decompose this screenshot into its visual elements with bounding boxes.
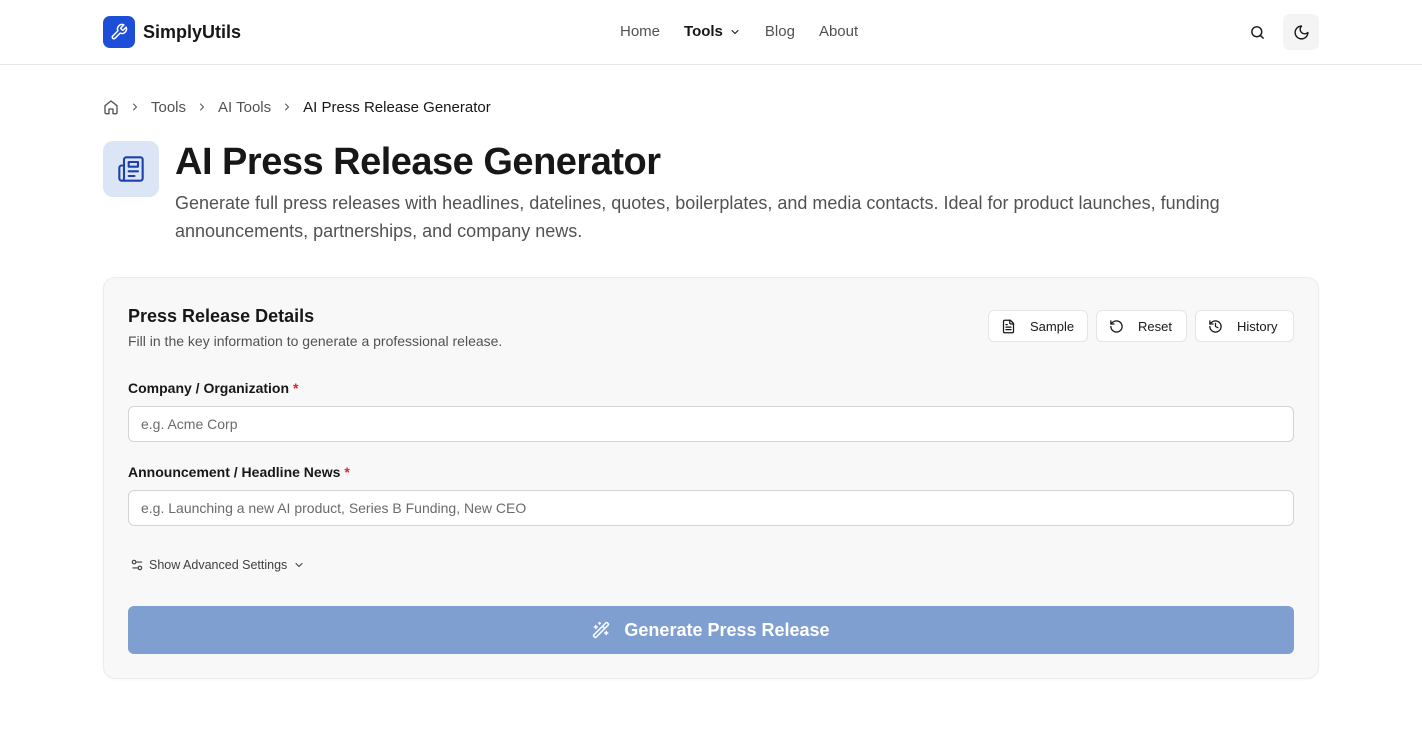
announcement-label: Announcement / Headline News * — [128, 463, 350, 481]
newspaper-icon — [103, 141, 159, 197]
chevron-down-icon — [293, 559, 305, 571]
wrench-icon — [103, 16, 135, 48]
nav-blog-label: Blog — [764, 23, 795, 40]
settings-sliders-icon — [130, 558, 144, 572]
breadcrumb: Tools AI Tools AI Press Release Generato… — [103, 97, 491, 117]
form-title: Press Release Details — [128, 306, 315, 326]
page-description: Generate full press releases with headli… — [175, 193, 1220, 241]
sample-button-label: Sample — [1030, 318, 1075, 334]
press-release-form-card: Press Release Details Fill in the key in… — [103, 277, 1319, 679]
nav-home-label: Home — [620, 23, 661, 40]
search-icon — [1249, 24, 1266, 41]
chevron-right-icon — [129, 101, 141, 113]
nav-blog[interactable]: Blog — [765, 22, 795, 42]
nav-tools-label: Tools — [684, 23, 723, 40]
required-mark: * — [293, 380, 299, 396]
generate-button-label: Generate Press Release — [624, 619, 830, 640]
history-icon — [1208, 319, 1223, 334]
breadcrumb-tools[interactable]: Tools — [151, 99, 186, 116]
file-text-icon — [1001, 319, 1016, 334]
search-button[interactable] — [1239, 14, 1275, 50]
nav-about-label: About — [818, 23, 859, 40]
moon-icon — [1293, 24, 1310, 41]
breadcrumb-current: AI Press Release Generator — [303, 98, 491, 116]
brand-name: SimplyUtils — [143, 21, 242, 42]
history-button-label: History — [1237, 318, 1278, 334]
chevron-right-icon — [196, 101, 208, 113]
company-label: Company / Organization * — [128, 379, 298, 397]
company-input[interactable] — [128, 406, 1294, 442]
nav-tools[interactable]: Tools — [684, 22, 741, 42]
chevron-down-icon — [729, 26, 741, 38]
form-subtitle: Fill in the key information to generate … — [128, 333, 503, 349]
main-nav: Home Tools Blog About — [620, 22, 882, 42]
reset-button-label: Reset — [1138, 318, 1172, 334]
site-header: SimplyUtils Home Tools Blog About — [0, 0, 1422, 65]
rotate-ccw-icon — [1109, 319, 1124, 334]
sample-button[interactable]: Sample — [988, 310, 1088, 342]
company-label-text: Company / Organization — [128, 380, 290, 396]
advanced-settings-toggle[interactable]: Show Advanced Settings — [130, 558, 305, 572]
breadcrumb-ai-tools[interactable]: AI Tools — [218, 99, 271, 116]
announcement-label-text: Announcement / Headline News — [128, 464, 341, 480]
home-icon[interactable] — [103, 99, 119, 115]
required-mark: * — [344, 464, 350, 480]
nav-about[interactable]: About — [819, 22, 858, 42]
chevron-right-icon — [281, 101, 293, 113]
theme-toggle-button[interactable] — [1283, 14, 1319, 50]
history-button[interactable]: History — [1195, 310, 1294, 342]
generate-press-release-button[interactable]: Generate Press Release — [128, 606, 1294, 654]
brand-link[interactable]: SimplyUtils — [103, 16, 241, 48]
advanced-settings-label: Show Advanced Settings — [149, 558, 288, 572]
page-title: AI Press Release Generator — [175, 141, 661, 183]
magic-wand-icon — [592, 621, 610, 639]
reset-button[interactable]: Reset — [1096, 310, 1187, 342]
announcement-input[interactable] — [128, 490, 1294, 526]
nav-home[interactable]: Home — [620, 22, 660, 42]
